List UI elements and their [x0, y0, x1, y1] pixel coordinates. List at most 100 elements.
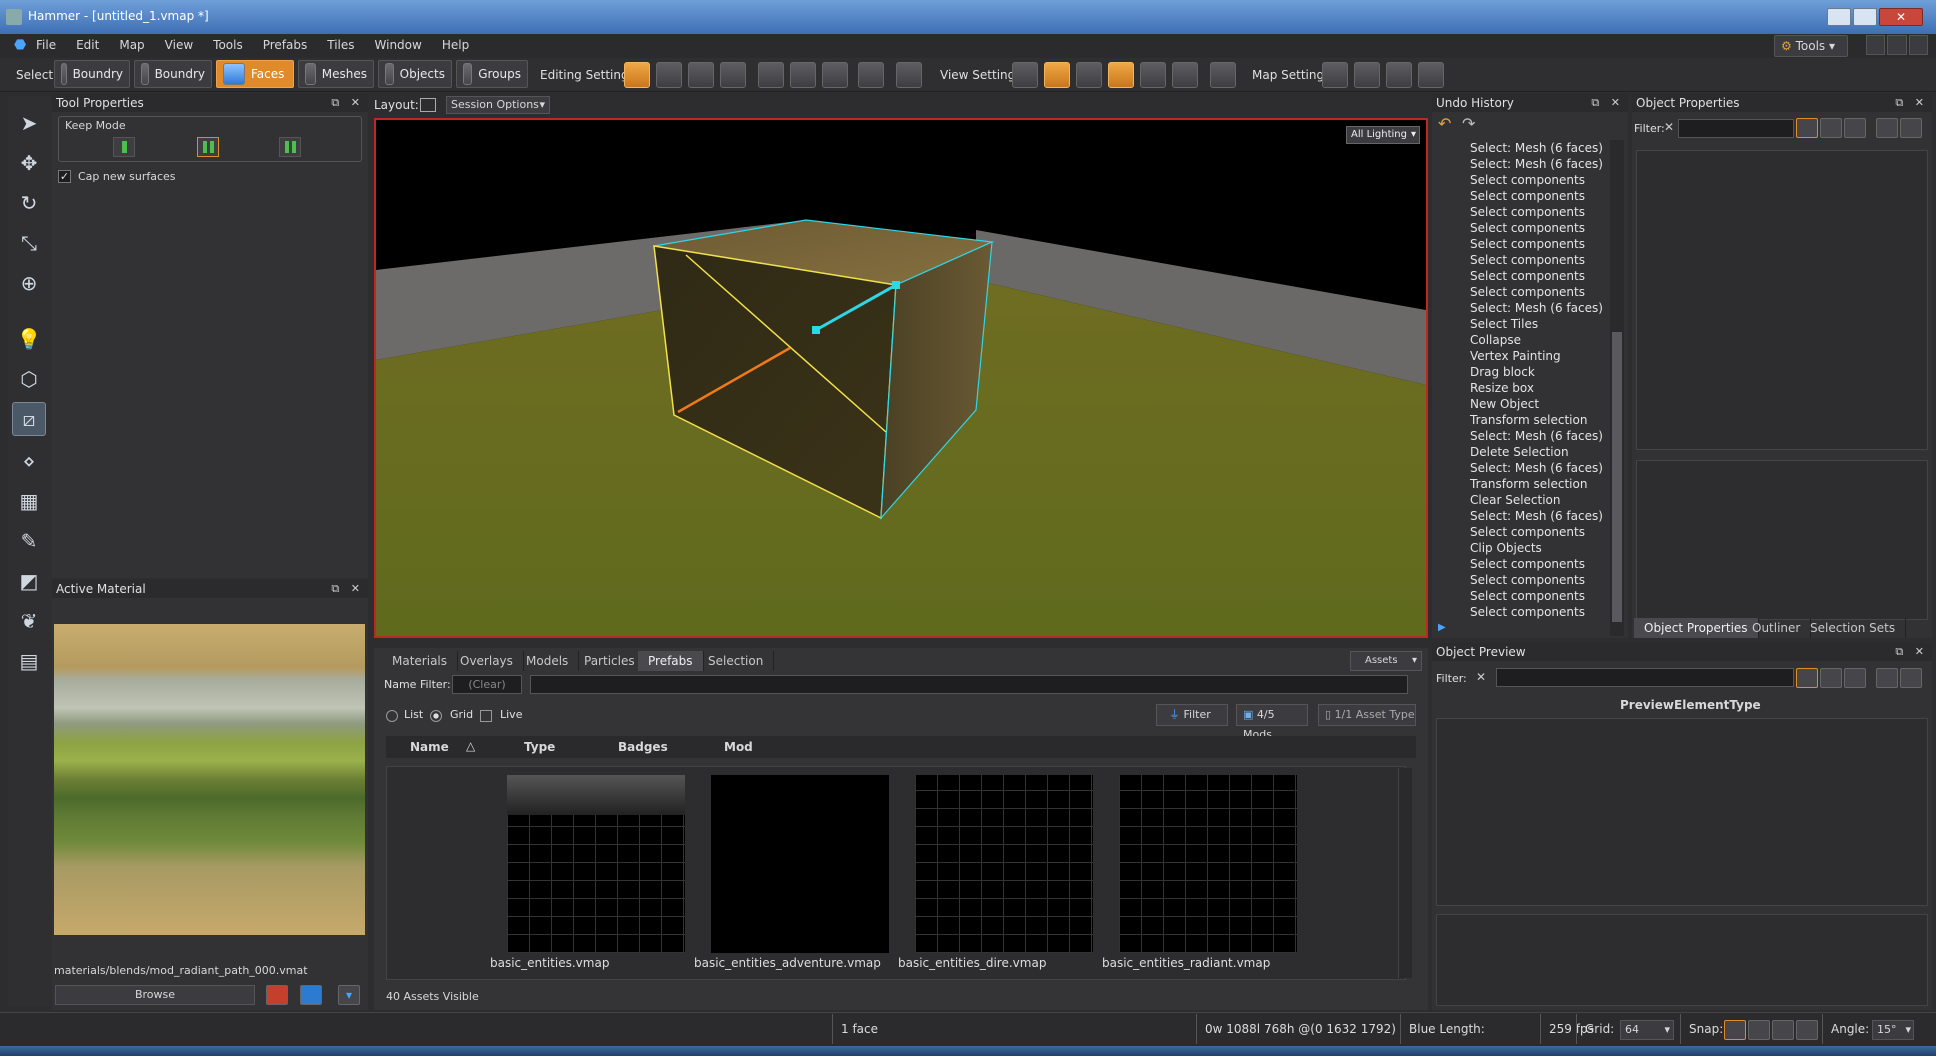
- fog-icon[interactable]: [1076, 62, 1102, 88]
- pivot-tool-icon[interactable]: ⊕: [12, 266, 46, 300]
- redo-icon[interactable]: ↷: [1462, 114, 1475, 133]
- list-item[interactable]: Select components: [1432, 604, 1610, 620]
- asset-thumb-basic-entities-dire[interactable]: [915, 775, 1093, 953]
- tab-selection[interactable]: Selection: [698, 651, 775, 671]
- select-faces-button[interactable]: Faces: [216, 60, 294, 88]
- tab-materials[interactable]: Materials: [382, 651, 459, 671]
- keep-left-button[interactable]: [113, 137, 135, 157]
- list-item[interactable]: Select components: [1432, 556, 1610, 572]
- asset-thumb-basic-entities-adventure[interactable]: [711, 775, 889, 953]
- column-badges[interactable]: Badges: [618, 740, 668, 754]
- clear-filter-icon[interactable]: ✕: [1664, 120, 1674, 134]
- tools-dropdown[interactable]: ⚙ Tools ▾: [1774, 35, 1848, 57]
- clear-filter-icon[interactable]: ✕: [1476, 670, 1486, 684]
- list-item[interactable]: Resize box: [1432, 380, 1610, 396]
- snap-rotate-icon[interactable]: [1724, 1020, 1746, 1040]
- grid-view-icon[interactable]: [1900, 668, 1922, 688]
- mdi-controls[interactable]: [1866, 35, 1928, 55]
- select-objects-button[interactable]: Objects: [378, 60, 452, 88]
- asset-scrollbar[interactable]: [1398, 768, 1412, 978]
- list-item[interactable]: Collapse: [1432, 332, 1610, 348]
- list-item[interactable]: Transform selection: [1432, 476, 1610, 492]
- tree-view-icon[interactable]: [1820, 668, 1842, 688]
- grid-cube-icon[interactable]: [1108, 62, 1134, 88]
- list-item[interactable]: Select: Mesh (6 faces): [1432, 508, 1610, 524]
- detail-view-icon[interactable]: [1844, 668, 1866, 688]
- list-item[interactable]: Select components: [1432, 172, 1610, 188]
- list-item[interactable]: Select: Mesh (6 faces): [1432, 428, 1610, 444]
- terrain-tool-icon[interactable]: ◩: [12, 564, 46, 598]
- list-item[interactable]: New Object: [1432, 396, 1610, 412]
- select-tool-icon[interactable]: ➤: [12, 106, 46, 140]
- assets-dropdown[interactable]: Assets ▾: [1350, 651, 1422, 671]
- tab-object-properties[interactable]: Object Properties: [1634, 618, 1759, 638]
- tab-overlays[interactable]: Overlays: [450, 651, 524, 671]
- cap-surfaces-checkbox[interactable]: ✓: [58, 170, 71, 183]
- panel-float-close-icon[interactable]: ⧉ ✕: [1895, 94, 1928, 112]
- minimize-button[interactable]: [1827, 8, 1851, 26]
- menu-tools[interactable]: Tools: [213, 38, 243, 52]
- panel-float-close-icon[interactable]: ⧉ ✕: [331, 580, 364, 598]
- lighting-icon[interactable]: [1044, 62, 1070, 88]
- user-icon[interactable]: [1876, 118, 1898, 138]
- close-button[interactable]: ✕: [1879, 8, 1923, 26]
- maximize-button[interactable]: [1853, 8, 1877, 26]
- grid-radio[interactable]: [430, 710, 442, 722]
- menu-edit[interactable]: Edit: [76, 38, 99, 52]
- column-name[interactable]: Name: [410, 740, 449, 754]
- axis-icon[interactable]: [656, 62, 682, 88]
- map-cross-icon[interactable]: [1418, 62, 1444, 88]
- tab-prefabs[interactable]: Prefabs: [638, 651, 704, 671]
- layout-icon[interactable]: [420, 98, 436, 112]
- menu-help[interactable]: Help: [442, 38, 469, 52]
- menu-view[interactable]: View: [165, 38, 193, 52]
- list-item[interactable]: Drag block: [1432, 364, 1610, 380]
- instance-icon[interactable]: [758, 62, 784, 88]
- list-item[interactable]: Clear Selection: [1432, 492, 1610, 508]
- move-tool-icon[interactable]: ✥: [12, 146, 46, 180]
- filter-button[interactable]: ⏚ Filter: [1156, 704, 1228, 726]
- clip-handle-start[interactable]: [812, 326, 820, 334]
- list-item[interactable]: Transform selection: [1432, 412, 1610, 428]
- asset-thumb-basic-entities-radiant[interactable]: [1119, 775, 1297, 953]
- list-item[interactable]: Select components: [1432, 252, 1610, 268]
- list-item[interactable]: Select components: [1432, 284, 1610, 300]
- grid-size-dropdown[interactable]: 64 ▾: [1620, 1020, 1674, 1040]
- tiles-grid-icon[interactable]: [1172, 62, 1198, 88]
- list-item[interactable]: Select components: [1432, 220, 1610, 236]
- list-item[interactable]: Clip Objects: [1432, 540, 1610, 556]
- user-icon[interactable]: [1876, 668, 1898, 688]
- clear-button[interactable]: (Clear): [452, 675, 522, 694]
- map-paint-icon[interactable]: [1386, 62, 1412, 88]
- select-boundry-button-2[interactable]: Boundry: [134, 60, 212, 88]
- keep-both-button[interactable]: [197, 137, 219, 157]
- tab-particles[interactable]: Particles: [574, 651, 646, 671]
- hammer-menu-icon[interactable]: ⬣: [14, 37, 26, 53]
- menu-map[interactable]: Map: [119, 38, 144, 52]
- panel-float-close-icon[interactable]: ⧉ ✕: [1895, 643, 1928, 661]
- asset-type-button[interactable]: ▯ 1/1 Asset Type: [1318, 704, 1416, 726]
- ruler-icon[interactable]: [688, 62, 714, 88]
- clip-tool-icon[interactable]: ⧄: [12, 402, 46, 436]
- texture-tool-icon[interactable]: ▦: [12, 484, 46, 518]
- keep-right-button[interactable]: [279, 137, 301, 157]
- select-meshes-button[interactable]: Meshes: [298, 60, 374, 88]
- tile-tool-icon[interactable]: ▤: [12, 644, 46, 678]
- name-filter-input[interactable]: [530, 675, 1408, 694]
- list-view-icon[interactable]: [1796, 668, 1818, 688]
- grid-view-icon[interactable]: [1900, 118, 1922, 138]
- preview-filter-input[interactable]: [1496, 668, 1794, 687]
- list-item[interactable]: Select: Mesh (6 faces): [1432, 140, 1610, 156]
- list-item[interactable]: Select Tiles: [1432, 316, 1610, 332]
- list-item[interactable]: Select: Mesh (6 faces): [1432, 156, 1610, 172]
- sort-asc-icon[interactable]: △: [466, 739, 475, 753]
- live-checkbox[interactable]: [480, 710, 492, 722]
- snap-magnet-icon[interactable]: [1772, 1020, 1794, 1040]
- clip-handle-end[interactable]: [892, 281, 900, 289]
- object-filter-input[interactable]: [1678, 119, 1794, 138]
- rotate-tool-icon[interactable]: ↻: [12, 186, 46, 220]
- portal-icon[interactable]: [858, 62, 884, 88]
- tab-models[interactable]: Models: [516, 651, 580, 671]
- vertex-tool-icon[interactable]: ⋄: [12, 444, 46, 478]
- gamepad-icon[interactable]: [896, 62, 922, 88]
